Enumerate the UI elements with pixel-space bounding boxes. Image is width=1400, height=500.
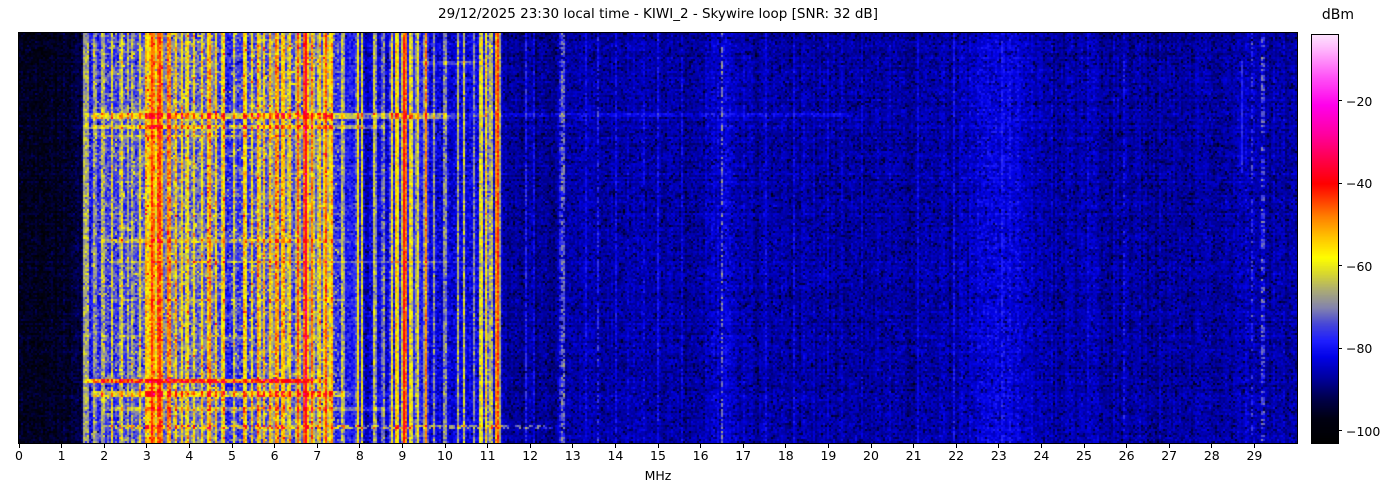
x-tick-label: 28 [1203, 448, 1220, 463]
x-tick-label: 6 [270, 448, 279, 463]
colorbar-tick-label: −40 [1346, 176, 1373, 192]
x-tick-label: 2 [100, 448, 109, 463]
x-axis-label: MHz [644, 468, 672, 483]
x-tick-label: 10 [437, 448, 453, 463]
x-tick-label: 29 [1246, 448, 1263, 463]
x-tick-label: 9 [398, 448, 407, 463]
waterfall-plot-area [18, 32, 1298, 444]
x-tick-label: 0 [15, 448, 23, 463]
x-tick-label: 8 [355, 448, 364, 463]
x-tick-label: 24 [1033, 448, 1050, 463]
x-tick-label: 23 [990, 448, 1007, 463]
x-tick-label: 5 [228, 448, 236, 463]
waterfall-heatmap-canvas [19, 33, 1297, 443]
x-tick-label: 14 [607, 448, 624, 463]
colorbar-tick-label: −80 [1346, 341, 1373, 357]
spectrum-waterfall-figure: 29/12/2025 23:30 local time - KIWI_2 - S… [0, 0, 1400, 500]
x-tick-label: 4 [185, 448, 194, 463]
chart-title: 29/12/2025 23:30 local time - KIWI_2 - S… [438, 6, 878, 22]
x-tick-label: 18 [777, 448, 794, 463]
x-tick-label: 7 [313, 448, 322, 463]
colorbar-tick-mark [1338, 265, 1342, 267]
x-tick-label: 17 [735, 448, 752, 463]
x-tick-label: 21 [905, 448, 922, 463]
x-tick-label: 13 [564, 448, 581, 463]
x-tick-label: 20 [863, 448, 879, 463]
x-tick-label: 12 [522, 448, 539, 463]
x-tick-label: 11 [479, 448, 496, 463]
colorbar-gradient-canvas [1312, 35, 1338, 443]
colorbar [1311, 34, 1339, 444]
x-tick-label: 27 [1161, 448, 1178, 463]
colorbar-tick-mark [1338, 182, 1342, 184]
x-tick-label: 22 [948, 448, 965, 463]
colorbar-tick-mark [1338, 100, 1342, 102]
x-tick-label: 26 [1118, 448, 1135, 463]
colorbar-unit-label: dBm [1321, 7, 1355, 23]
colorbar-tick-mark [1338, 347, 1342, 349]
x-tick-label: 25 [1076, 448, 1092, 463]
x-tick-label: 15 [650, 448, 666, 463]
colorbar-tick-mark [1338, 430, 1342, 432]
x-tick-label: 19 [820, 448, 837, 463]
colorbar-tick-label: −60 [1346, 258, 1373, 274]
colorbar-tick-label: −20 [1346, 93, 1373, 109]
x-tick-label: 16 [692, 448, 709, 463]
x-tick-label: 3 [142, 448, 151, 463]
x-tick-label: 1 [57, 448, 66, 463]
colorbar-tick-label: −100 [1346, 423, 1381, 439]
